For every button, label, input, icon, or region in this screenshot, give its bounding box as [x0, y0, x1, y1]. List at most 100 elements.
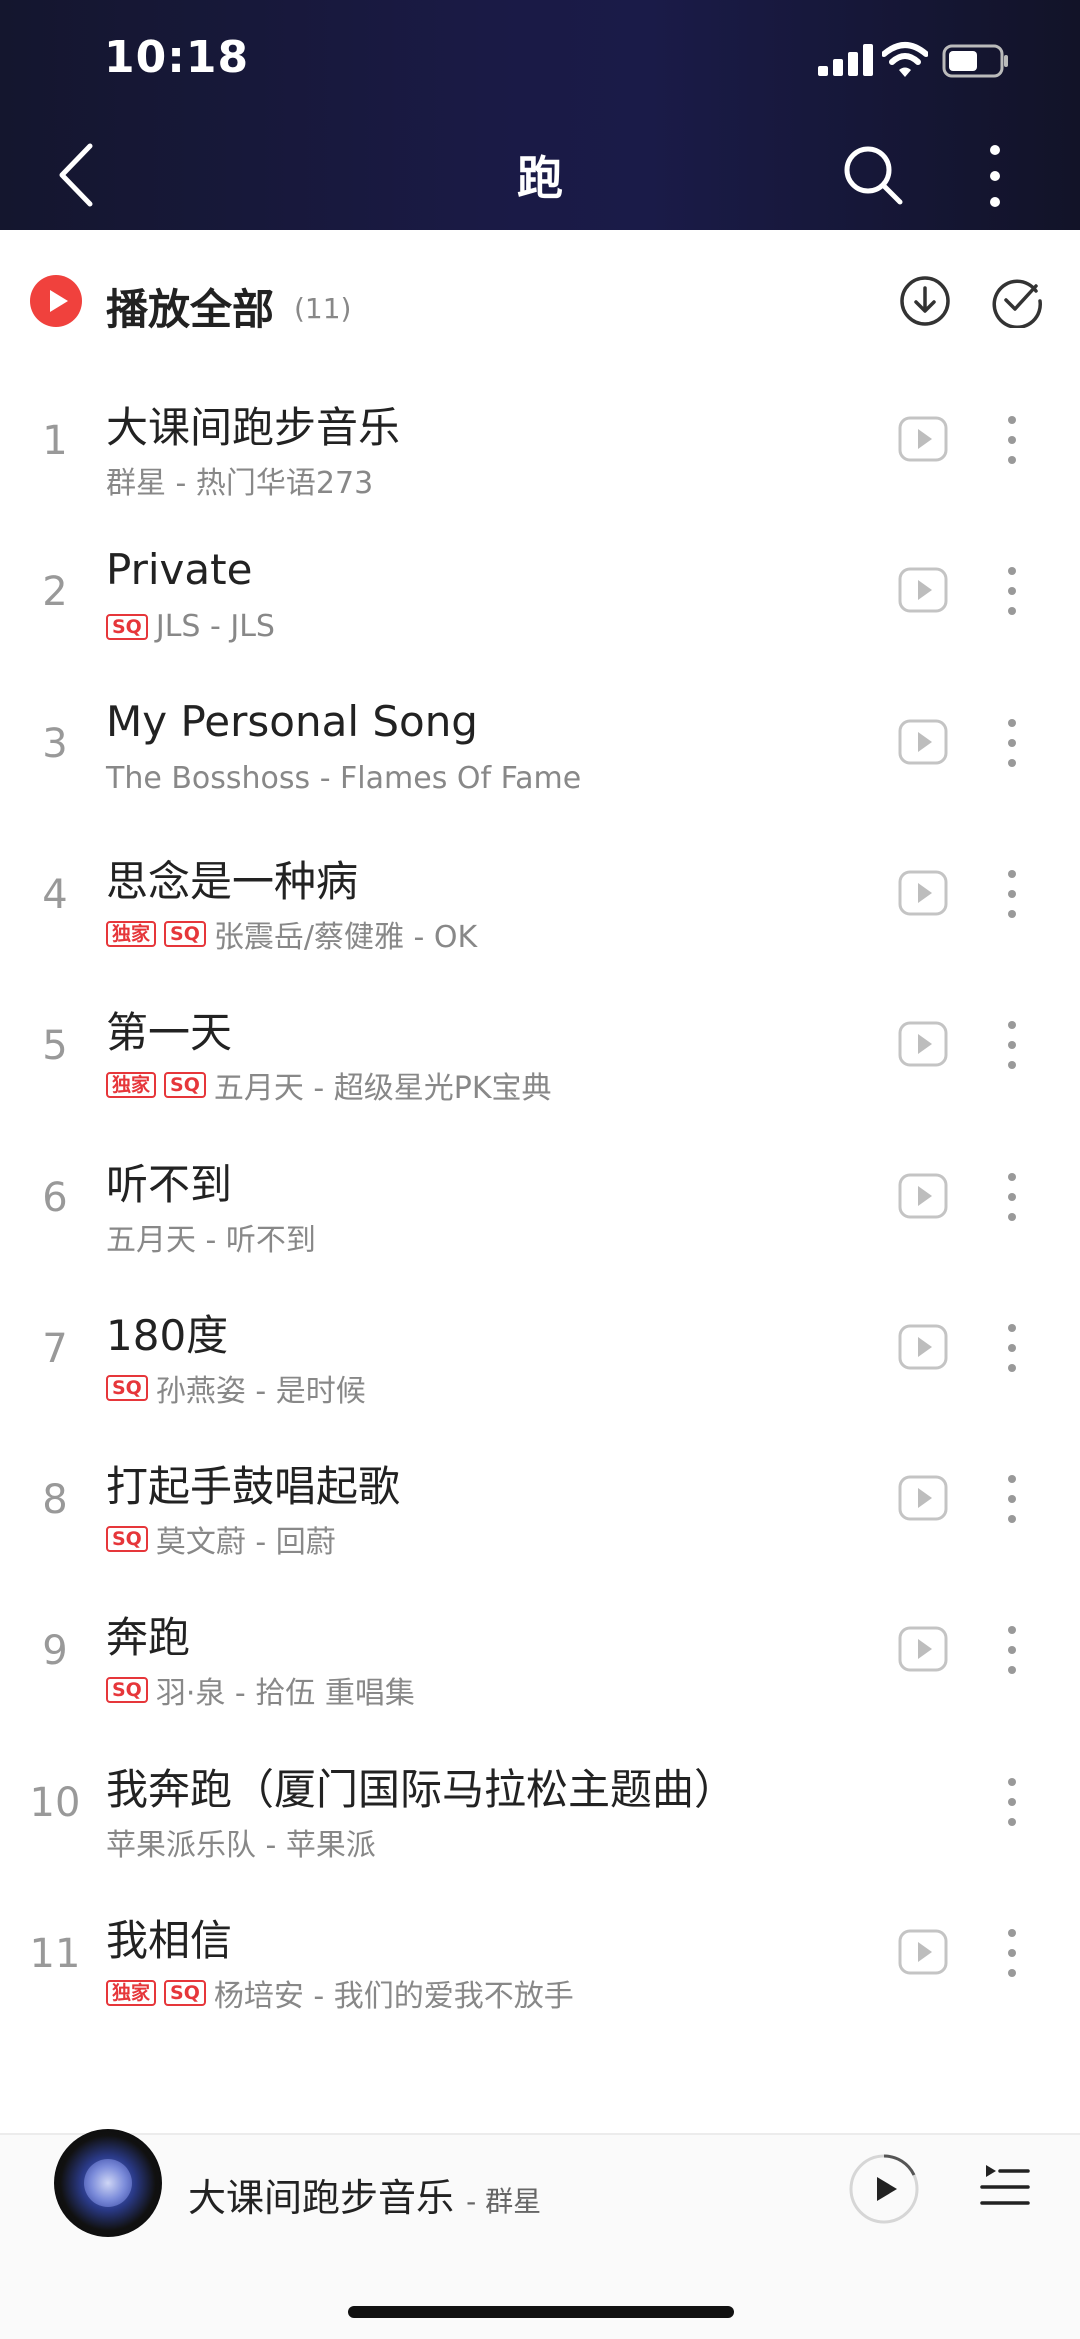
- song-row[interactable]: 4 思念是一种病独家 SQ 张震岳/蔡健雅 - OK: [0, 820, 1080, 971]
- song-title: 第一天: [106, 1008, 233, 1058]
- song-title: 我奔跑（厦门国际马拉松主题曲）: [106, 1764, 737, 1814]
- more-vertical-icon[interactable]: [1000, 713, 1024, 773]
- play-all-bar: 播放全部 (11): [0, 230, 1080, 370]
- status-time: 10:18: [104, 32, 250, 83]
- song-meta: SQ 孙燕姿 - 是时候: [106, 1366, 366, 1410]
- play-video-icon[interactable]: [898, 717, 948, 767]
- sq-badge: SQ: [164, 920, 206, 947]
- more-vertical-icon[interactable]: [1000, 1469, 1024, 1529]
- battery-icon: [942, 44, 1008, 78]
- track-number: 9: [42, 1628, 68, 1675]
- song-row[interactable]: 6 听不到五月天 - 听不到: [0, 1123, 1080, 1274]
- play-video-icon[interactable]: [898, 1927, 948, 1977]
- more-vertical-icon[interactable]: [1000, 1923, 1024, 1983]
- song-title: 思念是一种病: [106, 856, 359, 906]
- song-meta: 五月天 - 听不到: [106, 1215, 316, 1259]
- song-row[interactable]: 3 My Personal Song The Bosshoss - Flames O…: [0, 669, 1080, 820]
- more-vertical-icon[interactable]: [1000, 1620, 1024, 1680]
- more-vertical-icon[interactable]: [1000, 1167, 1024, 1227]
- more-vertical-icon[interactable]: [1000, 1015, 1024, 1075]
- song-row[interactable]: 1 大课间跑步音乐群星 - 热门华语273: [0, 366, 1080, 517]
- song-row[interactable]: 8 打起手鼓唱起歌 SQ 莫文蔚 - 回蔚: [0, 1425, 1080, 1576]
- more-vertical-icon[interactable]: [1000, 1318, 1024, 1378]
- artist-album: 五月天 - 超级星光PK宝典: [213, 1071, 552, 1107]
- track-number: 4: [42, 871, 68, 918]
- artist-album: JLS - JLS: [155, 609, 275, 645]
- song-title: 听不到: [106, 1159, 233, 1209]
- song-title: 打起手鼓唱起歌: [106, 1462, 401, 1512]
- song-row[interactable]: 10 我奔跑（厦门国际马拉松主题曲） 苹果派乐队 - 苹果派: [0, 1728, 1080, 1879]
- search-icon[interactable]: [840, 142, 906, 208]
- song-meta: 群星 - 热门华语273: [106, 458, 373, 502]
- artist-album: 群星 - 热门华语273: [106, 466, 374, 501]
- song-meta: SQ 羽·泉 - 拾伍 重唱集: [106, 1668, 415, 1712]
- play-video-icon[interactable]: [898, 414, 948, 464]
- song-meta: SQ JLS - JLS: [106, 609, 275, 644]
- play-video-icon[interactable]: [898, 1473, 948, 1523]
- exclusive-badge: 独家: [106, 920, 157, 947]
- track-number: 6: [42, 1174, 68, 1221]
- song-row[interactable]: 5 第一天独家 SQ 五月天 - 超级星光PK宝典: [0, 971, 1080, 1122]
- sq-badge: SQ: [106, 1374, 148, 1401]
- song-meta: 独家 SQ 张震岳/蔡健雅 - OK: [106, 912, 477, 956]
- more-vertical-icon[interactable]: [1000, 410, 1024, 470]
- signal-icon: [818, 44, 873, 76]
- song-row[interactable]: 2 Private SQ JLS - JLS: [0, 517, 1080, 668]
- song-meta: 苹果派乐队 - 苹果派: [106, 1820, 376, 1864]
- artist-album: 孙燕姿 - 是时候: [155, 1373, 366, 1409]
- play-video-icon[interactable]: [898, 868, 948, 918]
- play-video-icon[interactable]: [898, 1171, 948, 1221]
- song-count: (11): [294, 292, 352, 325]
- more-vertical-icon[interactable]: [1000, 864, 1024, 924]
- play-video-icon[interactable]: [898, 1019, 948, 1069]
- song-title: 大课间跑步音乐: [106, 403, 401, 452]
- track-number: 3: [42, 720, 68, 767]
- song-title: Private: [106, 545, 253, 595]
- artist-album: 莫文蔚 - 回蔚: [155, 1525, 336, 1561]
- artist-album: 苹果派乐队 - 苹果派: [106, 1827, 376, 1863]
- sq-badge: SQ: [164, 1980, 206, 2006]
- song-row[interactable]: 7 180度 SQ 孙燕姿 - 是时候: [0, 1274, 1080, 1425]
- artist-album: The Bosshoss - Flames Of Fame: [106, 760, 582, 796]
- track-number: 2: [42, 569, 68, 616]
- song-meta: 独家 SQ 杨培安 - 我们的爱我不放手: [106, 1971, 574, 2015]
- top-bar: 10:18 跑: [0, 0, 1080, 230]
- artist-album: 张震岳/蔡健雅 - OK: [213, 919, 478, 955]
- wifi-icon: [882, 42, 928, 77]
- page-title: 跑: [517, 151, 563, 205]
- playlist-icon[interactable]: [980, 2161, 1030, 2213]
- artist-album: 羽·泉 - 拾伍 重唱集: [155, 1676, 415, 1712]
- more-vertical-icon[interactable]: [1000, 1772, 1024, 1832]
- sq-badge: SQ: [106, 1526, 148, 1553]
- album-art[interactable]: [54, 2129, 162, 2237]
- play-circle-icon[interactable]: [30, 275, 82, 327]
- now-playing-artist: - 群星: [466, 2185, 542, 2218]
- play-pause-icon[interactable]: [848, 2153, 920, 2225]
- track-number: 11: [29, 1931, 81, 1977]
- play-all-button[interactable]: 播放全部: [106, 276, 274, 337]
- song-row[interactable]: 11 我相信 独家 SQ 杨培安 - 我们的爱我不放手: [0, 1879, 1080, 2030]
- exclusive-badge: 独家: [106, 1980, 157, 2006]
- more-vertical-icon[interactable]: [980, 142, 1010, 210]
- track-number: 5: [42, 1023, 68, 1070]
- sq-badge: SQ: [106, 1677, 148, 1704]
- song-title: 奔跑: [106, 1613, 191, 1663]
- more-vertical-icon[interactable]: [1000, 561, 1024, 621]
- now-playing-title[interactable]: 大课间跑步音乐 - 群星: [188, 2167, 541, 2222]
- song-title: 我相信: [106, 1916, 233, 1965]
- play-video-icon[interactable]: [898, 1624, 948, 1674]
- track-number: 7: [42, 1325, 68, 1372]
- song-meta: The Bosshoss - Flames Of Fame: [106, 761, 581, 796]
- play-video-icon[interactable]: [898, 565, 948, 615]
- track-number: 1: [42, 418, 68, 464]
- song-row[interactable]: 9 奔跑 SQ 羽·泉 - 拾伍 重唱集: [0, 1576, 1080, 1727]
- check-circle-icon[interactable]: [990, 274, 1044, 328]
- track-number: 10: [29, 1779, 81, 1826]
- track-number: 8: [42, 1477, 68, 1524]
- song-meta: 独家 SQ 五月天 - 超级星光PK宝典: [106, 1063, 552, 1107]
- song-meta: SQ 莫文蔚 - 回蔚: [106, 1517, 336, 1561]
- sq-badge: SQ: [106, 613, 148, 640]
- download-icon[interactable]: [898, 274, 952, 328]
- home-indicator[interactable]: [348, 2306, 734, 2318]
- play-video-icon[interactable]: [898, 1322, 948, 1372]
